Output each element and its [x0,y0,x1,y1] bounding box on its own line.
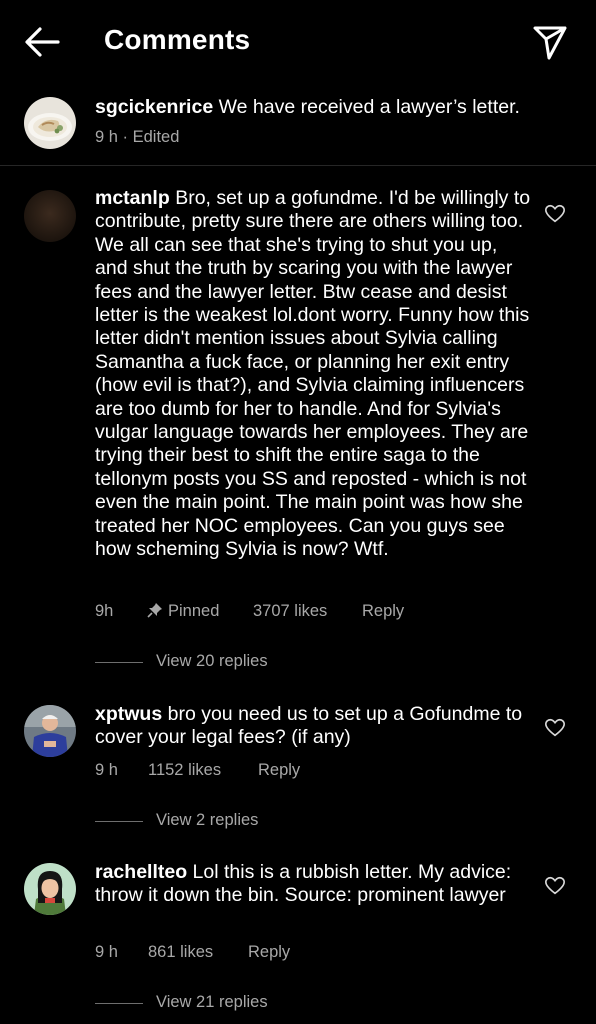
replies-divider [95,821,143,822]
replies-divider [95,662,143,663]
username[interactable]: sgcickenrice [95,96,213,118]
comment-meta: 9h Pinned 3707 likes Reply [95,602,495,624]
timestamp: 9h [95,602,114,620]
comment-item: rachellteo Lol this is a rubbish letter.… [0,854,596,1024]
header-bar: Comments [0,0,596,84]
like-count[interactable]: 3707 likes [253,602,327,621]
view-replies-label[interactable]: View 2 replies [156,811,258,830]
comment-body: Bro, set up a gofundme. I'd be willingly… [95,187,531,561]
like-count[interactable]: 1152 likes [148,761,221,780]
replies-divider [95,1003,143,1004]
heart-icon [545,718,565,737]
comment-text: mctanlp Bro, set up a gofundme. I'd be w… [95,187,535,562]
view-replies-label[interactable]: View 20 replies [156,652,268,671]
heart-icon [545,204,565,223]
reply-button[interactable]: Reply [258,761,300,780]
username[interactable]: rachellteo [95,861,187,883]
like-button[interactable] [544,875,566,897]
pinned-label: Pinned [168,602,220,620]
avatar[interactable] [24,705,76,757]
timestamp: 9 h [95,128,118,146]
caption-body: We have received a lawyer’s letter. [218,96,520,118]
page-title: Comments [104,24,251,55]
comment-item: mctanlp Bro, set up a gofundme. I'd be w… [0,180,596,680]
back-button[interactable] [22,24,62,60]
caption-text: sgcickenrice We have received a lawyer’s… [95,95,565,119]
arrow-left-icon [25,27,60,57]
edited-label: Edited [132,128,180,146]
avatar[interactable] [24,190,76,242]
post-caption: sgcickenrice We have received a lawyer’s… [0,84,596,166]
reply-button[interactable]: Reply [248,943,290,962]
avatar[interactable] [24,97,76,149]
timestamp: 9 h [95,761,118,779]
view-replies-button[interactable]: View 21 replies [95,993,395,1015]
comment-meta: 9 h 1152 likes Reply [95,761,495,783]
heart-icon [545,876,565,895]
like-count[interactable]: 861 likes [148,943,213,962]
comment-item: xptwus bro you need us to set up a Gofun… [0,696,596,846]
like-button[interactable] [544,717,566,739]
like-button[interactable] [544,203,566,225]
timestamp: 9 h [95,943,118,961]
username[interactable]: mctanlp [95,187,170,209]
share-button[interactable] [530,22,570,62]
reply-button[interactable]: Reply [362,602,404,621]
comment-text: rachellteo Lol this is a rubbish letter.… [95,861,535,908]
comment-meta: 9 h 861 likes Reply [95,943,495,965]
meta-separator: · [122,128,129,146]
view-replies-button[interactable]: View 2 replies [95,811,395,833]
view-replies-button[interactable]: View 20 replies [95,652,395,674]
caption-meta: 9 h · Edited [95,128,179,147]
view-replies-label[interactable]: View 21 replies [156,993,268,1012]
comment-text: xptwus bro you need us to set up a Gofun… [95,703,535,750]
avatar[interactable] [24,863,76,915]
username[interactable]: xptwus [95,703,162,725]
paper-plane-icon [533,26,567,60]
pin-icon [147,603,162,618]
pinned-indicator [147,602,163,621]
